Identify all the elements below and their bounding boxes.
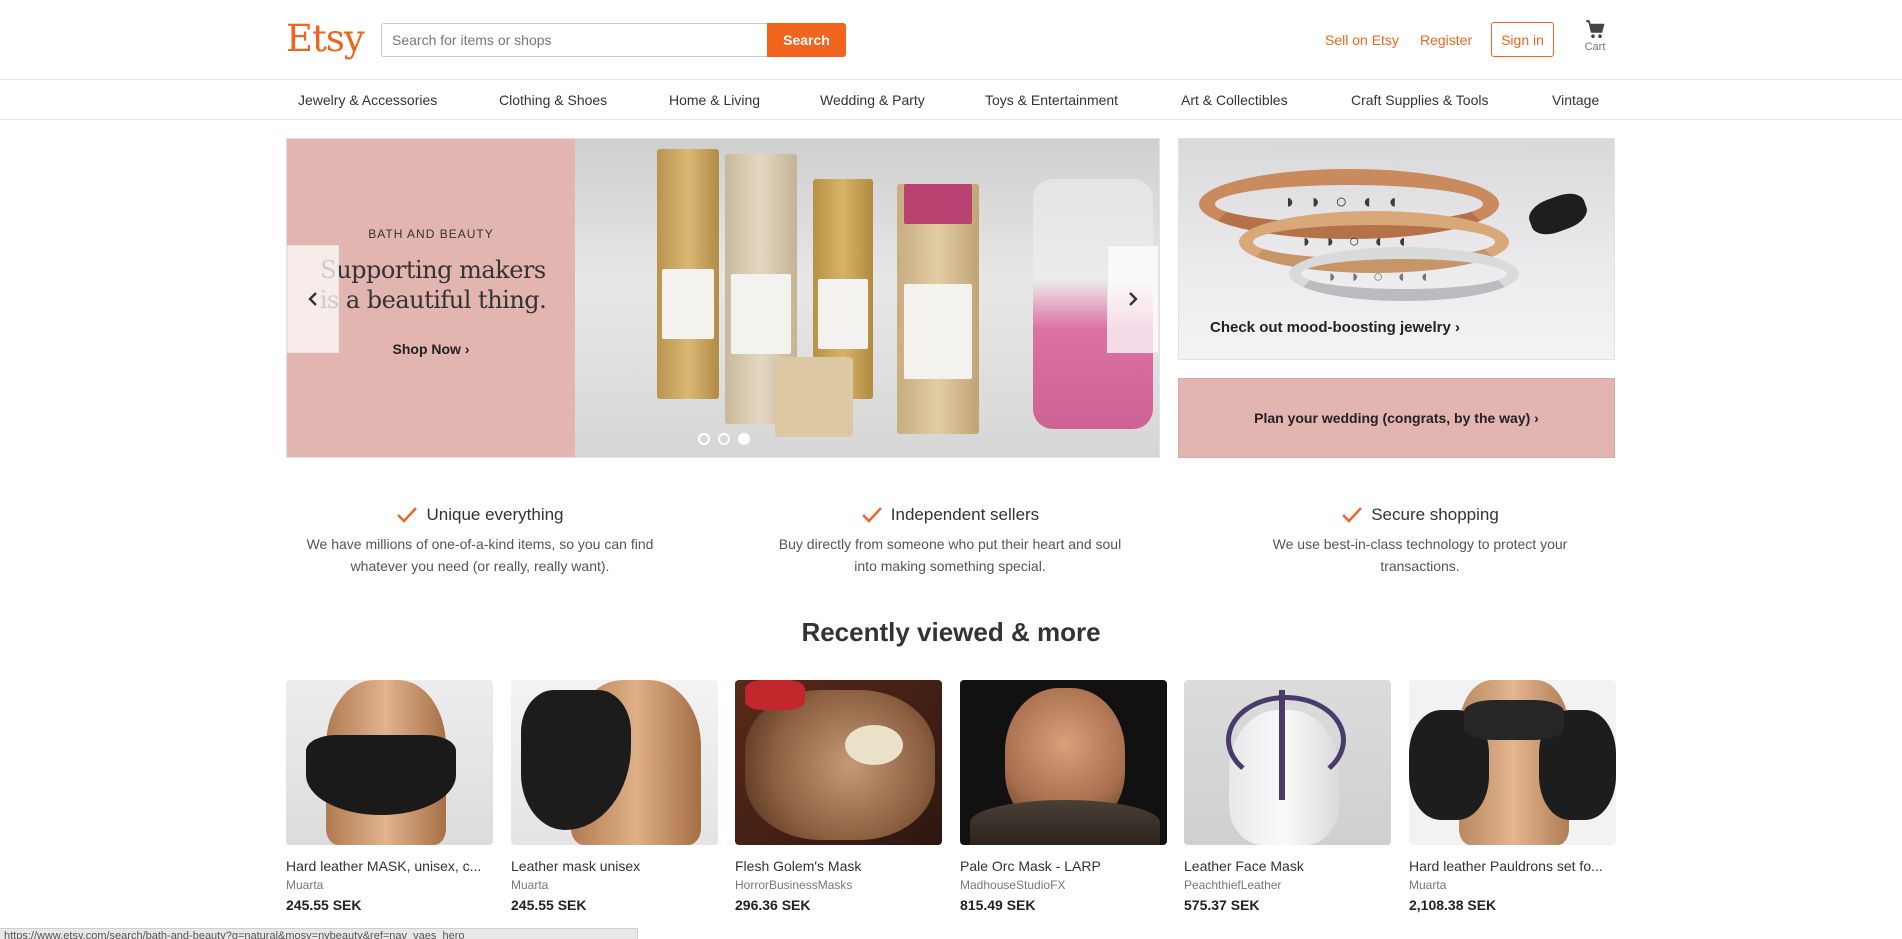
value-prop-title-text: Unique everything <box>426 505 564 524</box>
product-price: 245.55 SEK <box>511 897 587 913</box>
value-prop-desc: We use best-in-class technology to prote… <box>1272 536 1568 574</box>
product-price: 575.37 SEK <box>1184 897 1260 913</box>
product-price: 245.55 SEK <box>286 897 362 913</box>
cart-button[interactable]: Cart <box>1580 20 1610 53</box>
category-home-living[interactable]: Home & Living <box>669 91 760 109</box>
moon-phase-stamps: ◗ ◗ ○ ◖ ◖ <box>1284 191 1403 213</box>
product-price: 2,108.38 SEK <box>1409 897 1497 913</box>
product-image-leather-face-mask[interactable] <box>1184 680 1391 845</box>
product-image-leather-mask[interactable] <box>286 680 493 845</box>
value-prop-title: Independent sellers <box>861 504 1039 526</box>
product-image-orc-mask[interactable] <box>960 680 1167 845</box>
sell-on-etsy-link[interactable]: Sell on Etsy <box>1325 31 1399 49</box>
hero-eyebrow: BATH AND BEAUTY <box>368 227 494 241</box>
soap-bar <box>775 357 853 437</box>
product-shop[interactable]: Muarta <box>286 878 493 893</box>
product-card[interactable]: Pale Orc Mask - LARP MadhouseStudioFX 81… <box>960 680 1167 914</box>
moon-phase-stamps: ◗ ◗ ○ ◖ ◖ <box>1327 267 1434 286</box>
hero-lip-balm-image[interactable] <box>575 139 1159 457</box>
value-prop-secure: Secure shopping We use best-in-class tec… <box>1240 504 1600 577</box>
carousel-prev-button[interactable] <box>287 245 339 353</box>
category-vintage[interactable]: Vintage <box>1552 91 1599 109</box>
product-image-leather-mask[interactable] <box>511 680 718 845</box>
value-prop-title: Secure shopping <box>1341 504 1499 526</box>
search-input[interactable] <box>381 23 767 57</box>
carousel-dot[interactable] <box>698 433 710 445</box>
site-header: Etsy Search Sell on Etsy Register Sign i… <box>0 0 1902 80</box>
product-price: 296.36 SEK <box>735 897 811 913</box>
cart-icon <box>1586 20 1605 38</box>
black-stone <box>1524 188 1592 240</box>
promo-wedding-card[interactable]: Plan your wedding (congrats, by the way)… <box>1178 378 1615 458</box>
category-clothing-shoes[interactable]: Clothing & Shoes <box>499 91 607 109</box>
hero-carousel: BATH AND BEAUTY Supporting makers is a b… <box>286 138 1160 458</box>
moon-phase-stamps: ◗ ◗ ○ ◖ ◖ <box>1301 231 1412 251</box>
category-wedding-party[interactable]: Wedding & Party <box>820 91 925 109</box>
product-shop[interactable]: Muarta <box>1409 878 1616 893</box>
product-card[interactable]: Flesh Golem's Mask HorrorBusinessMasks 2… <box>735 680 942 914</box>
carousel-next-button[interactable] <box>1107 245 1159 353</box>
checkmark-icon <box>1342 507 1363 523</box>
product-title[interactable]: Leather Face Mask <box>1184 857 1391 875</box>
checkmark-icon <box>397 507 418 523</box>
product-card[interactable]: Hard leather MASK, unisex, c... Muarta 2… <box>286 680 493 914</box>
category-nav: Jewelry & Accessories Clothing & Shoes H… <box>0 81 1902 120</box>
browser-status-bar: https://www.etsy.com/search/bath-and-bea… <box>0 928 638 939</box>
register-link[interactable]: Register <box>1420 31 1472 49</box>
product-title[interactable]: Hard leather MASK, unisex, c... <box>286 857 493 875</box>
value-prop-desc: We have millions of one-of-a-kind items,… <box>306 536 654 574</box>
lip-balm-tube <box>657 149 719 399</box>
value-prop-independent: Independent sellers Buy directly from so… <box>770 504 1130 577</box>
promo-jewelry-card[interactable]: ◗ ◗ ○ ◖ ◖ ◗ ◗ ○ ◖ ◖ ◗ ◗ ○ ◖ ◖ Check out … <box>1178 138 1615 360</box>
promo-jewelry-label[interactable]: Check out mood-boosting jewelry › <box>1210 319 1460 336</box>
carousel-dot[interactable] <box>718 433 730 445</box>
product-card[interactable]: Leather mask unisex Muarta 245.55 SEK <box>511 680 718 914</box>
etsy-logo[interactable]: Etsy <box>286 17 365 61</box>
recently-viewed-heading: Recently viewed & more <box>801 617 1101 647</box>
value-prop-desc: Buy directly from someone who put their … <box>778 536 1122 574</box>
category-jewelry-accessories[interactable]: Jewelry & Accessories <box>298 91 437 109</box>
product-card[interactable]: Hard leather Pauldrons set fo... Muarta … <box>1409 680 1616 914</box>
cart-label: Cart <box>1584 41 1606 53</box>
product-price: 815.49 SEK <box>960 897 1036 913</box>
product-image-golem-mask[interactable] <box>735 680 942 845</box>
value-prop-title-text: Independent sellers <box>890 505 1040 524</box>
product-shop[interactable]: Muarta <box>511 878 718 893</box>
chevron-left-icon <box>308 292 317 306</box>
carousel-dot-active[interactable] <box>738 433 750 445</box>
product-image-pauldrons[interactable] <box>1409 680 1616 845</box>
category-craft-supplies-tools[interactable]: Craft Supplies & Tools <box>1351 91 1488 109</box>
product-shop[interactable]: PeachthiefLeather <box>1184 878 1391 893</box>
product-title[interactable]: Flesh Golem's Mask <box>735 857 942 875</box>
chevron-right-icon <box>1129 292 1138 306</box>
value-prop-title: Unique everything <box>396 504 564 526</box>
search-button[interactable]: Search <box>767 23 846 57</box>
sign-in-button[interactable]: Sign in <box>1491 22 1554 57</box>
hero-title: Supporting makers is a beautiful thing. <box>319 256 547 314</box>
category-toys-entertainment[interactable]: Toys & Entertainment <box>985 91 1118 109</box>
value-prop-unique: Unique everything We have millions of on… <box>300 504 660 577</box>
value-prop-title-text: Secure shopping <box>1371 505 1499 524</box>
product-title[interactable]: Hard leather Pauldrons set fo... <box>1409 857 1616 875</box>
product-shop[interactable]: MadhouseStudioFX <box>960 878 1167 893</box>
product-shop[interactable]: HorrorBusinessMasks <box>735 878 942 893</box>
category-art-collectibles[interactable]: Art & Collectibles <box>1181 91 1288 109</box>
product-title[interactable]: Pale Orc Mask - LARP <box>960 857 1167 875</box>
lip-balm-tube <box>897 184 979 434</box>
carousel-dots <box>698 433 750 445</box>
search-bar: Search <box>381 23 846 57</box>
product-card[interactable]: Leather Face Mask PeachthiefLeather 575.… <box>1184 680 1391 914</box>
product-title[interactable]: Leather mask unisex <box>511 857 718 875</box>
checkmark-icon <box>861 507 882 523</box>
